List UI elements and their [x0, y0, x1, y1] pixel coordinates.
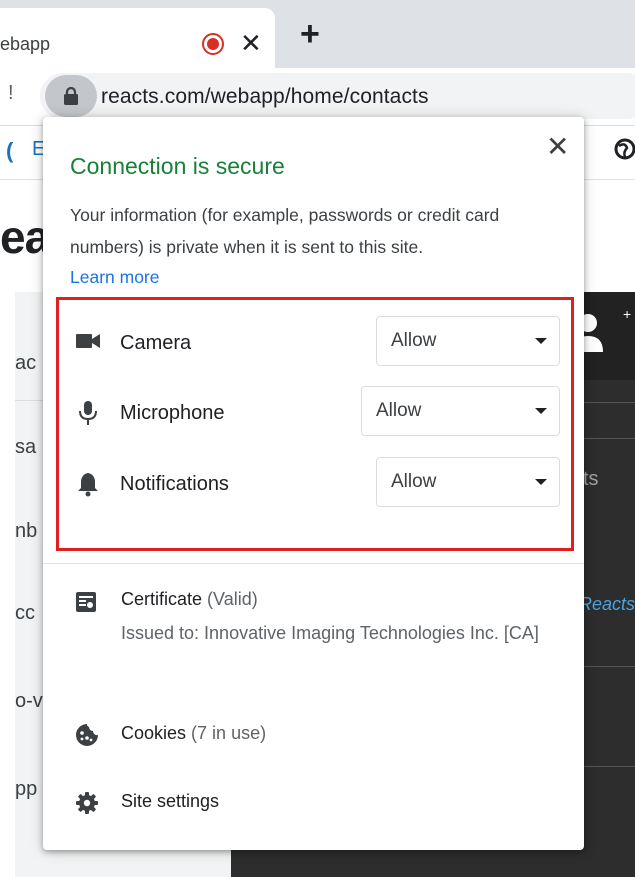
- tab-strip: ebapp ✕ +: [0, 0, 635, 68]
- lock-icon: [64, 87, 78, 105]
- site-settings-label: Site settings: [121, 791, 220, 811]
- globe-icon[interactable]: [614, 138, 635, 160]
- permission-row-notifications: Notifications Allow: [59, 449, 571, 519]
- permissions-highlight: Camera Allow Microphone Allow Notificati…: [56, 297, 574, 551]
- select-value: Allow: [391, 471, 437, 492]
- cookies-label-line: Cookies (7 in use): [121, 723, 266, 744]
- permission-row-microphone: Microphone Allow: [59, 378, 571, 448]
- tab-close-icon[interactable]: ✕: [240, 30, 262, 56]
- url-text[interactable]: reacts.com/webapp/home/contacts: [101, 85, 429, 109]
- brand-mark: (: [6, 138, 14, 163]
- close-icon[interactable]: ✕: [546, 133, 569, 161]
- certificate-label: Certificate: [121, 589, 203, 609]
- sidebar-item[interactable]: ac: [15, 352, 36, 375]
- permission-label: Notifications: [120, 473, 229, 495]
- certificate-status: (Valid): [207, 589, 258, 609]
- new-tab-icon[interactable]: +: [300, 17, 320, 51]
- camera-icon: [76, 334, 100, 348]
- tab-title: ebapp: [0, 34, 51, 54]
- permission-row-camera: Camera Allow: [59, 308, 571, 378]
- permission-label: Camera: [120, 332, 192, 354]
- active-tab[interactable]: ebapp ✕: [0, 8, 275, 68]
- sidebar-item[interactable]: sa: [15, 436, 36, 459]
- divider: [43, 563, 584, 564]
- gear-icon: [76, 792, 98, 814]
- popup-title: Connection is secure: [70, 153, 285, 179]
- site-info-popup: ✕ Connection is secure Your information …: [43, 117, 584, 850]
- notifications-permission-select[interactable]: Allow: [376, 457, 560, 507]
- certificate-icon: [76, 592, 96, 612]
- bell-icon: [78, 473, 98, 497]
- sidebar-item[interactable]: pp: [15, 778, 37, 801]
- microphone-permission-select[interactable]: Allow: [361, 386, 560, 436]
- toolbar-glyph[interactable]: !: [8, 82, 14, 105]
- recording-icon: [202, 33, 224, 55]
- certificate-issued-to: Issued to: Innovative Imaging Technologi…: [121, 623, 539, 643]
- select-value: Allow: [391, 330, 437, 351]
- camera-permission-select[interactable]: Allow: [376, 316, 560, 366]
- sidebar-item[interactable]: o-v: [15, 690, 43, 713]
- cookie-icon: [76, 724, 98, 746]
- sidebar-item[interactable]: nb: [15, 520, 37, 543]
- select-value: Allow: [376, 400, 422, 421]
- chevron-down-icon: [535, 338, 547, 344]
- dark-panel-link[interactable]: Reacts: [579, 594, 635, 615]
- cookies-label: Cookies: [121, 723, 187, 743]
- popup-description: Your information (for example, passwords…: [70, 205, 500, 257]
- microphone-icon: [79, 401, 97, 425]
- site-info-button[interactable]: [45, 75, 97, 117]
- permission-label: Microphone: [120, 402, 225, 424]
- add-icon[interactable]: +: [623, 306, 631, 322]
- dark-panel-text: ts: [583, 468, 599, 490]
- chevron-down-icon: [535, 408, 547, 414]
- page-heading: ea: [0, 211, 50, 263]
- cookies-count: (7 in use): [191, 723, 267, 743]
- certificate-label-line: Certificate (Valid): [121, 589, 258, 610]
- chevron-down-icon: [535, 479, 547, 485]
- address-bar[interactable]: reacts.com/webapp/home/contacts: [40, 73, 635, 119]
- learn-more-link[interactable]: Learn more: [70, 267, 160, 288]
- sidebar-item[interactable]: cc: [15, 602, 35, 625]
